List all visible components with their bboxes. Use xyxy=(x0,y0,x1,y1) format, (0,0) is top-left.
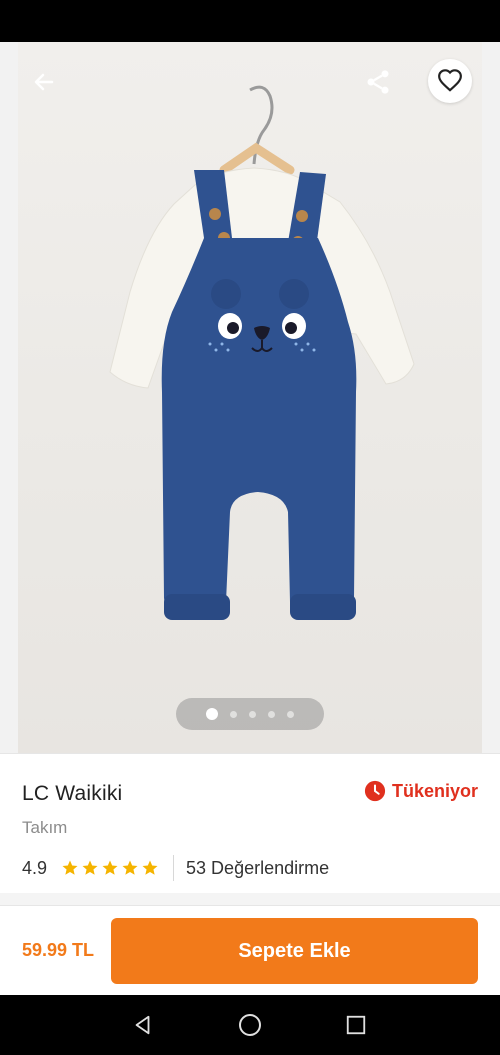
pagination-dot[interactable] xyxy=(287,710,294,718)
arrow-left-icon xyxy=(34,73,54,91)
nav-home-button[interactable] xyxy=(232,1007,268,1043)
rating-row: 4.9 53 Değerlendirme xyxy=(22,855,329,881)
pagination-dot[interactable] xyxy=(268,710,275,718)
pagination-dot[interactable] xyxy=(249,710,256,718)
nav-recents-button[interactable] xyxy=(338,1007,374,1043)
gallery-pagination xyxy=(176,698,324,730)
favorite-button[interactable] xyxy=(428,59,472,103)
reviews-link[interactable]: 53 Değerlendirme xyxy=(186,858,329,879)
divider xyxy=(173,855,175,881)
gallery-edge-left xyxy=(0,42,18,753)
star-rating xyxy=(61,859,159,877)
heart-outline-icon xyxy=(438,69,462,92)
nav-back-button[interactable] xyxy=(125,1007,161,1043)
star-icon xyxy=(82,860,98,875)
add-to-cart-button[interactable]: Sepete Ekle xyxy=(111,918,478,984)
product-category: Takım xyxy=(22,818,68,837)
stock-status-label: Tükeniyor xyxy=(391,780,478,801)
status-bar xyxy=(0,0,500,42)
star-icon xyxy=(62,860,78,875)
back-button[interactable] xyxy=(26,64,62,100)
gallery-edge-right xyxy=(482,42,500,753)
nav-recents-icon xyxy=(346,1015,366,1035)
stock-status: Tükeniyor xyxy=(364,780,478,802)
rating-value: 4.9 xyxy=(22,857,48,878)
product-photo xyxy=(18,42,482,753)
section-separator xyxy=(0,893,500,905)
brand-name[interactable]: LC Waikiki xyxy=(22,782,122,806)
purchase-bar: 59.99 TL Sepete Ekle xyxy=(0,905,500,996)
nav-back-icon xyxy=(135,1015,150,1035)
star-icon xyxy=(122,860,138,875)
clock-icon xyxy=(364,780,386,802)
system-navigation-bar xyxy=(0,995,500,1055)
price: 59.99 TL xyxy=(22,940,95,960)
pagination-dot-active[interactable] xyxy=(206,708,218,720)
product-info: LC Waikiki Tükeniyor Takım 4.9 53 Değerl… xyxy=(0,753,500,894)
share-icon xyxy=(367,70,389,94)
nav-home-icon xyxy=(239,1014,261,1036)
pagination-dot[interactable] xyxy=(230,710,237,718)
product-illustration xyxy=(109,85,415,620)
product-image-gallery[interactable] xyxy=(0,42,500,753)
star-icon xyxy=(102,860,118,875)
share-button[interactable] xyxy=(360,64,396,100)
star-icon xyxy=(142,860,158,875)
